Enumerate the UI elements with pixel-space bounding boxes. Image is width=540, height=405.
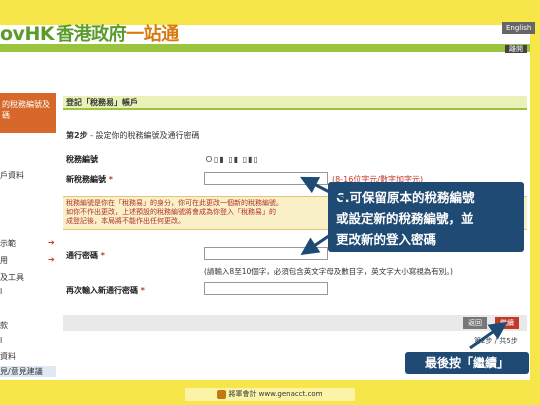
- company-logo-icon: [217, 389, 227, 399]
- footer-brand: 將軍會計 www.genacct.com: [185, 388, 355, 401]
- arrow-to-tax-no: [299, 176, 346, 202]
- arrow-to-continue: [469, 321, 508, 350]
- arrow-to-password: [300, 223, 346, 256]
- annotation-arrows: [299, 176, 508, 350]
- footer-text: 將軍會計 www.genacct.com: [228, 390, 323, 398]
